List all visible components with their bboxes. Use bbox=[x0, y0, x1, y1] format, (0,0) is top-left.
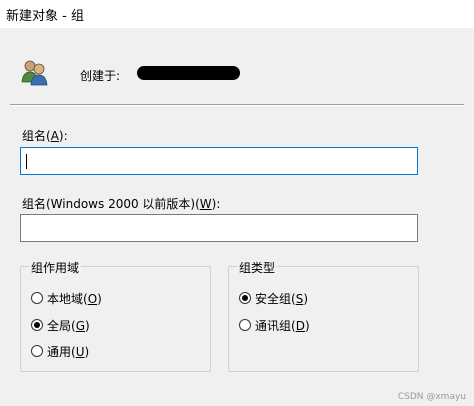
scope-domain-local-radio[interactable]: 本地域(O) bbox=[31, 290, 102, 306]
radio-circle[interactable] bbox=[31, 345, 43, 357]
users-group-icon bbox=[21, 60, 48, 86]
group-type-title: 组类型 bbox=[237, 259, 278, 276]
group-scope-box: 组作用域 本地域(O) 全局(G) 通用(U) bbox=[20, 259, 211, 372]
group-type-box: 组类型 安全组(S) 通讯组(D) bbox=[228, 259, 419, 372]
created-in-label: 创建于: bbox=[80, 69, 121, 83]
type-security-radio[interactable]: 安全组(S) bbox=[239, 290, 308, 306]
header-divider bbox=[10, 104, 464, 106]
redacted-path bbox=[137, 66, 240, 80]
new-object-group-dialog: 新建对象 - 组 创建于: 组名(A): 组名(Windows 2000 以前版… bbox=[0, 0, 474, 406]
scope-universal-radio[interactable]: 通用(U) bbox=[31, 343, 89, 359]
text-caret bbox=[26, 154, 27, 169]
radio-circle-checked[interactable] bbox=[31, 319, 43, 331]
radio-circle[interactable] bbox=[239, 319, 251, 331]
group-name-pre2000-label: 组名(Windows 2000 以前版本)(W): bbox=[22, 197, 221, 211]
title-bar[interactable]: 新建对象 - 组 bbox=[0, 0, 474, 28]
window-title: 新建对象 - 组 bbox=[6, 9, 84, 24]
scope-global-radio[interactable]: 全局(G) bbox=[31, 317, 90, 333]
type-distribution-radio[interactable]: 通讯组(D) bbox=[239, 317, 310, 333]
group-name-label: 组名(A): bbox=[22, 129, 68, 143]
group-name-pre2000-input[interactable] bbox=[20, 214, 418, 242]
group-scope-title: 组作用域 bbox=[29, 259, 82, 276]
watermark: CSDN @xmayu bbox=[397, 392, 466, 402]
radio-circle-checked[interactable] bbox=[239, 292, 251, 304]
radio-circle[interactable] bbox=[31, 292, 43, 304]
group-name-input[interactable] bbox=[20, 147, 418, 175]
